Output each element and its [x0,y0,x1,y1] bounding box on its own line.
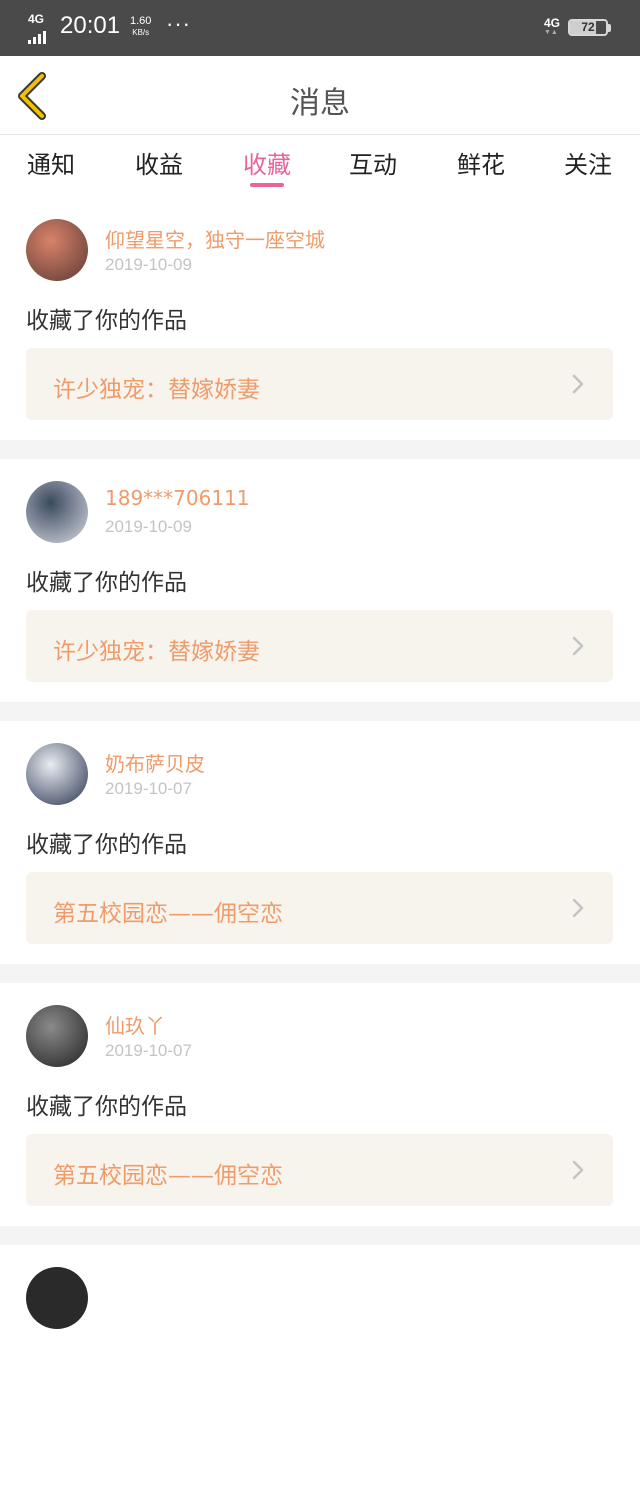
tab-active-indicator [250,183,284,187]
tab-favorites[interactable]: 收藏 [227,145,307,180]
message-date: 2019-10-07 [105,779,192,798]
avatar[interactable] [26,219,88,281]
divider [0,702,640,721]
avatar[interactable] [26,743,88,805]
list-item: 奶布萨贝皮 2019-10-07 收藏了你的作品 第五校园恋——佣空恋 [0,721,640,964]
more-notifications-icon: ··· [166,11,191,36]
tab-bar: 通知 收益 收藏 互动 鲜花 关注 [0,135,640,197]
work-title: 第五校园恋——佣空恋 [53,901,283,927]
network-speed-value: 1.60 [130,15,152,27]
message-date: 2019-10-09 [105,255,192,274]
network-speed: 1.60 KB/s [130,16,151,38]
message-date: 2019-10-07 [105,1041,192,1060]
list-item: 仙玖丫 2019-10-07 收藏了你的作品 第五校园恋——佣空恋 [0,983,640,1226]
battery-icon: 72 [568,19,608,36]
nav-bar: 消息 [0,56,640,135]
username[interactable]: 189***706111 [105,486,250,510]
tab-notifications[interactable]: 通知 [11,145,91,180]
page-title: 消息 [290,86,350,121]
tab-following[interactable]: 关注 [548,145,628,180]
work-title: 许少独宠：替嫁娇妻 [53,639,260,665]
work-link[interactable]: 许少独宠：替嫁娇妻 [26,348,613,420]
network-type-right: 4G ▼▲ [544,16,561,36]
work-link[interactable]: 第五校园恋——佣空恋 [26,872,613,944]
divider [0,440,640,459]
action-text: 收藏了你的作品 [26,832,187,858]
action-text: 收藏了你的作品 [26,308,187,334]
work-link[interactable]: 第五校园恋——佣空恋 [26,1134,613,1206]
username[interactable]: 仰望星空，独守一座空城 [105,224,325,253]
message-list: 仰望星空，独守一座空城 2019-10-09 收藏了你的作品 许少独宠：替嫁娇妻… [0,197,640,1488]
work-link[interactable]: 许少独宠：替嫁娇妻 [26,610,613,682]
divider [0,964,640,983]
tab-interactions[interactable]: 互动 [333,145,413,180]
status-time: 20:01 [60,12,121,39]
avatar[interactable] [26,1005,88,1067]
chevron-right-icon [572,1160,584,1180]
list-item-partial [0,1245,640,1488]
status-bar: 4G 20:01 1.60 KB/s ··· 4G ▼▲ 72 [0,0,640,56]
network-type: 4G [28,12,45,26]
chevron-right-icon [572,636,584,656]
avatar[interactable] [26,1267,88,1329]
tab-flowers[interactable]: 鲜花 [441,145,521,180]
work-title: 许少独宠：替嫁娇妻 [53,377,260,403]
tab-earnings[interactable]: 收益 [119,145,199,180]
username[interactable]: 仙玖丫 [105,1010,165,1039]
list-item: 仰望星空，独守一座空城 2019-10-09 收藏了你的作品 许少独宠：替嫁娇妻 [0,197,640,440]
list-item: 189***706111 2019-10-09 收藏了你的作品 许少独宠：替嫁娇… [0,459,640,702]
username[interactable]: 奶布萨贝皮 [105,748,205,777]
message-date: 2019-10-09 [105,517,192,536]
divider [0,1226,640,1245]
chevron-right-icon [572,898,584,918]
chevron-right-icon [572,374,584,394]
work-title: 第五校园恋——佣空恋 [53,1163,283,1189]
avatar[interactable] [26,481,88,543]
battery-level: 72 [581,20,595,34]
network-speed-unit: KB/s [132,28,150,37]
action-text: 收藏了你的作品 [26,570,187,596]
signal-icon: 4G [28,12,54,44]
action-text: 收藏了你的作品 [26,1094,187,1120]
